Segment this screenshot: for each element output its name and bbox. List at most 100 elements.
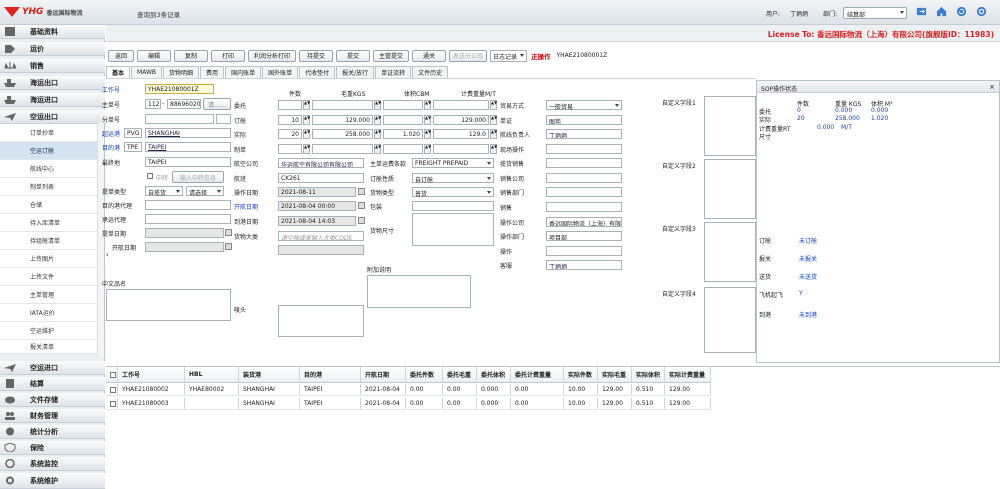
spinner-icon[interactable]: ▲▼	[424, 129, 431, 139]
service-input[interactable]: 丁炳炳	[546, 260, 622, 270]
custom-field-1-textarea[interactable]	[704, 96, 756, 156]
close-icon[interactable]: ×	[989, 83, 995, 91]
transfer-checkbox[interactable]	[147, 173, 153, 179]
doc-input[interactable]: 图苑	[546, 115, 622, 125]
mawb-request-button[interactable]: 请……	[203, 98, 231, 110]
spinner-icon[interactable]: ▲▼	[303, 129, 310, 139]
final-dest-input[interactable]: TAIPEI	[145, 157, 231, 167]
sidebar-section-system[interactable]: 系统维护	[0, 473, 105, 489]
spinner-icon[interactable]: ▲▼	[374, 144, 381, 154]
col-header[interactable]: 委托计费重量	[511, 367, 564, 382]
col-header[interactable]: 实际体积	[632, 367, 665, 382]
mode-wt-input[interactable]	[312, 144, 373, 154]
operator-input[interactable]	[546, 246, 622, 256]
site-op-input[interactable]	[546, 144, 622, 154]
mode-vol-input[interactable]	[383, 144, 423, 154]
origin-name-input[interactable]: SHANGHAI	[145, 128, 231, 138]
edit-button[interactable]: 编辑	[137, 49, 171, 62]
calendar-icon[interactable]	[358, 217, 365, 224]
sidebar-section-finance[interactable]: 财务管理	[0, 409, 105, 423]
custom-field-3-textarea[interactable]	[704, 222, 756, 282]
sidebar-section-statistics[interactable]: 统计分析	[0, 425, 105, 439]
sidebar-item-upload-image[interactable]: 上传图片	[0, 250, 97, 268]
select-all-checkbox[interactable]	[110, 371, 116, 378]
col-header[interactable]: 委托毛重	[443, 367, 477, 382]
sidebar-item-doc-list[interactable]: 制单列表	[0, 178, 97, 196]
sales-dept-input[interactable]	[546, 187, 622, 197]
origin-code-input[interactable]: PVG	[124, 128, 142, 138]
spinner-icon[interactable]: ▲▼	[490, 115, 497, 125]
actual-charge-input[interactable]: 129.0	[433, 129, 489, 139]
mawb-no-input[interactable]: 88696020	[167, 99, 201, 109]
sidebar-item-pending-consolidation[interactable]: 待组舱清单	[0, 232, 97, 250]
collapse-left-icon[interactable]: ‹	[106, 251, 111, 263]
spinner-icon[interactable]: ▲▼	[303, 100, 310, 110]
spinner-icon[interactable]: ▲▼	[490, 144, 497, 154]
op-date-input[interactable]: 2021-08-11	[278, 187, 356, 197]
print-button[interactable]: 打印	[211, 49, 245, 62]
invoice-date-input[interactable]	[145, 228, 224, 238]
sidebar-item-order-copy[interactable]: 订单抄单	[0, 124, 97, 142]
log-select[interactable]: 日志记录	[490, 49, 527, 62]
tab-doc-flow[interactable]: 单证流转	[375, 66, 412, 78]
table-row[interactable]: YHAE21080002 YHAE80002 SHANGHAI TAIPEI 2…	[106, 384, 711, 396]
bill-type-select-2[interactable]: 请选择	[186, 186, 224, 197]
back-button[interactable]: 返回	[108, 49, 134, 62]
col-header[interactable]: 工作号	[118, 367, 185, 382]
dept-select[interactable]: 结算部	[843, 7, 907, 19]
sidebar-section-sea-import[interactable]: 海运进口	[0, 93, 105, 107]
col-header[interactable]: 实际计费重量	[665, 367, 711, 382]
sail-date-input-1[interactable]	[145, 242, 224, 252]
sidebar-item-customs-list[interactable]: 报关清单	[0, 340, 97, 354]
col-header[interactable]: 实际件数	[564, 367, 598, 382]
col-header[interactable]: HBL	[185, 367, 239, 382]
copy-button[interactable]: 复制	[174, 49, 208, 62]
col-header[interactable]: 装货港	[239, 367, 300, 382]
booking-wt-input[interactable]: 129.000	[312, 115, 373, 125]
carrier-agent-input[interactable]	[145, 214, 231, 224]
custom-field-2-textarea[interactable]	[704, 159, 756, 219]
pending-submit-button[interactable]: 持提交	[299, 49, 333, 62]
actual-pcs-input[interactable]: 20	[278, 129, 302, 139]
row-checkbox[interactable]	[110, 400, 116, 407]
sidebar-section-basic-data[interactable]: 基础资料	[0, 25, 105, 39]
actual-vol-input[interactable]: 1.020	[383, 129, 423, 139]
goods-name-textarea[interactable]	[106, 289, 231, 321]
salesman-input[interactable]	[546, 202, 622, 212]
tab-fees[interactable]: 费用	[200, 66, 225, 78]
spinner-icon[interactable]: ▲▼	[374, 129, 381, 139]
spinner-icon[interactable]: ▲▼	[490, 129, 497, 139]
spinner-icon[interactable]: ▲▼	[374, 115, 381, 125]
submit-button[interactable]: 提交	[336, 49, 370, 62]
dest-code-input[interactable]: TPE	[124, 142, 142, 152]
settings-icon[interactable]	[976, 6, 987, 17]
hawb-input[interactable]	[145, 114, 214, 124]
col-header[interactable]: 开航日期	[361, 367, 406, 382]
mawb-prefix-input[interactable]: 112	[145, 99, 161, 109]
spinner-icon[interactable]: ▲▼	[303, 144, 310, 154]
sidebar-section-settlement[interactable]: 结算	[0, 377, 105, 391]
cargo-type-select[interactable]: 普货	[412, 187, 494, 198]
tab-domestic-bill[interactable]: 国内账单	[225, 66, 262, 78]
arrive-date-input[interactable]: 2021-08-04 14:03	[278, 216, 356, 226]
flight-input[interactable]: CK261	[278, 173, 364, 183]
tab-mawb[interactable]: MAWB	[131, 66, 163, 78]
tab-cargo-detail[interactable]: 货物明细	[163, 66, 200, 78]
spinner-icon[interactable]: ▲▼	[303, 115, 310, 125]
calendar-icon[interactable]	[358, 202, 365, 209]
dest-agent-input[interactable]	[145, 200, 231, 210]
sidebar-item-mawb-manage[interactable]: 主单管理	[0, 286, 97, 304]
mode-charge-input[interactable]	[433, 144, 489, 154]
booking-nature-select[interactable]: 自订舱	[412, 173, 494, 184]
spinner-icon[interactable]: ▲▼	[424, 100, 431, 110]
sail-date-input[interactable]: 2021-08-04 00:00	[278, 201, 356, 211]
remark-textarea[interactable]	[367, 275, 471, 308]
refresh-icon[interactable]	[956, 6, 967, 17]
col-header[interactable]: 委托体积	[477, 367, 511, 382]
row-checkbox[interactable]	[110, 386, 116, 393]
sidebar-section-air-export[interactable]: 空运出口	[0, 110, 105, 124]
home-icon[interactable]	[936, 6, 947, 17]
sidebar-section-monitor[interactable]: 系统监控	[0, 457, 105, 471]
sidebar-item-upload-file[interactable]: 上传文件	[0, 268, 97, 286]
freight-select[interactable]: FREIGHT PREPAID	[412, 158, 494, 168]
